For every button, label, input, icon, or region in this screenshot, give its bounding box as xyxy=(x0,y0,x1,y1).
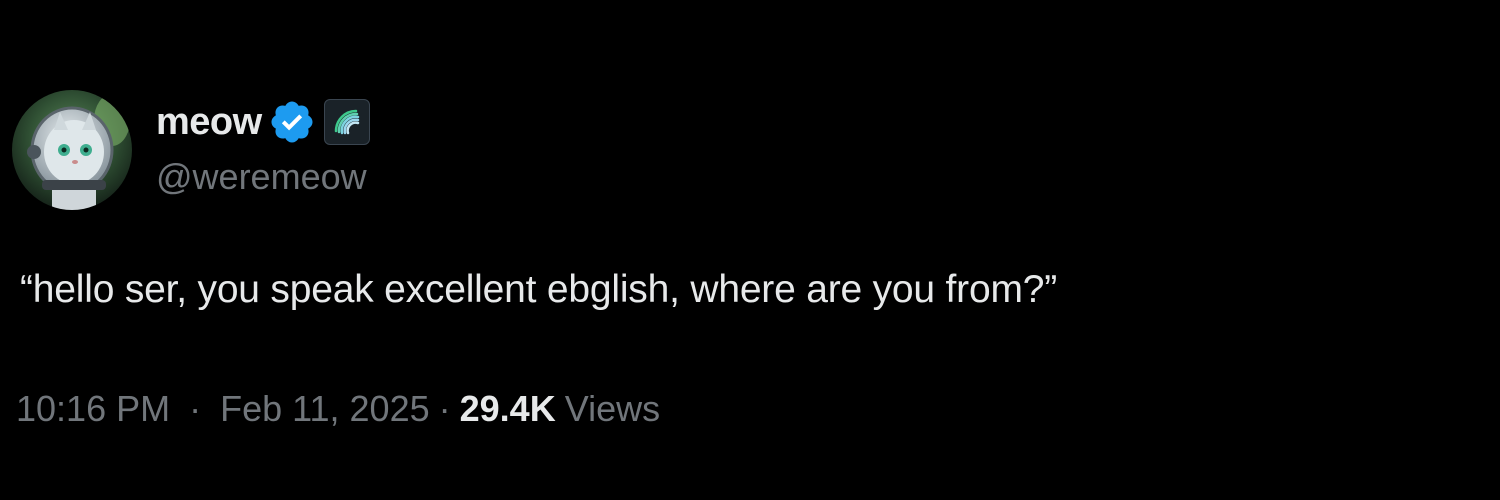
tweet-time: 10:16 PM xyxy=(16,388,171,429)
display-name[interactable]: meow xyxy=(156,101,262,144)
views-count: 29.4K xyxy=(459,388,556,429)
affiliate-badge-icon[interactable] xyxy=(323,99,370,145)
tweet-text: “hello ser, you speak excellent ebglish,… xyxy=(20,268,1058,311)
views-link[interactable]: 29.4K Views xyxy=(460,388,660,430)
tweet-date: Feb 11, 2025 xyxy=(220,388,430,429)
tweet-meta: 10:16 PM · Feb 11, 2025 · 29.4K Views xyxy=(16,388,660,430)
views-label: Views xyxy=(564,388,661,429)
tweet-time-link[interactable]: 10:16 PM · Feb 11, 2025 xyxy=(16,388,430,430)
name-row: meow xyxy=(156,94,370,150)
tweet-card: meow @weremeow “hello ser, you speak exc… xyxy=(0,0,1500,500)
avatar[interactable] xyxy=(12,90,132,210)
cat-astronaut-avatar-icon xyxy=(12,90,132,210)
author-handle[interactable]: @weremeow xyxy=(156,156,370,198)
meta-separator: · xyxy=(438,388,451,429)
meta-separator: · xyxy=(189,388,202,429)
author-identity: meow @weremeow xyxy=(156,90,370,198)
verified-badge-icon[interactable] xyxy=(268,98,316,146)
tweet-header: meow @weremeow xyxy=(12,90,370,210)
